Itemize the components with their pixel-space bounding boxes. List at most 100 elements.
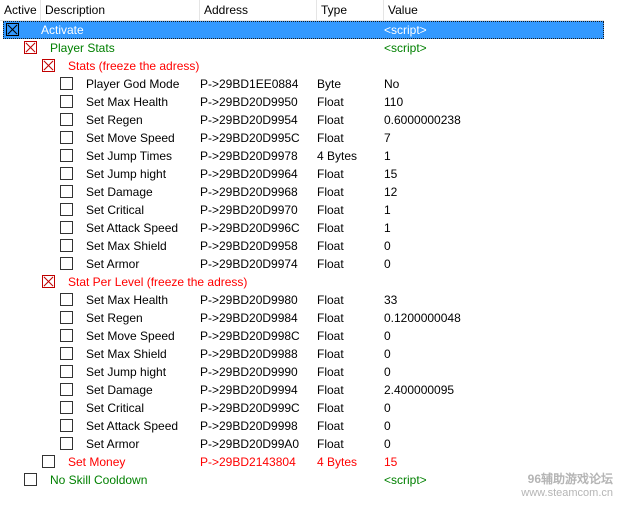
type-cell[interactable]: Byte: [317, 75, 341, 93]
value-cell[interactable]: <script>: [384, 471, 427, 489]
active-checkbox[interactable]: [60, 149, 73, 162]
value-cell[interactable]: 15: [384, 165, 397, 183]
description-cell[interactable]: Set Max Shield: [86, 345, 167, 363]
address-cell[interactable]: P->29BD20D9980: [200, 291, 298, 309]
type-cell[interactable]: Float: [317, 399, 344, 417]
description-cell[interactable]: Set Max Shield: [86, 237, 167, 255]
active-checkbox[interactable]: [60, 401, 73, 414]
vertical-scrollbar[interactable]: [604, 20, 621, 508]
column-active[interactable]: Active: [0, 0, 41, 20]
table-row[interactable]: Set Max Health P->29BD20D9950 Float 110: [0, 93, 621, 111]
table-row[interactable]: Set Move Speed P->29BD20D995C Float 7: [0, 129, 621, 147]
description-cell[interactable]: Set Jump Times: [86, 147, 172, 165]
table-row[interactable]: Set Money P->29BD2143804 4 Bytes 15: [0, 453, 621, 471]
description-cell[interactable]: Set Move Speed: [86, 327, 175, 345]
type-cell[interactable]: Float: [317, 417, 344, 435]
table-row[interactable]: Set Jump hight P->29BD20D9990 Float 0: [0, 363, 621, 381]
active-checkbox[interactable]: [60, 329, 73, 342]
active-checkbox[interactable]: [42, 59, 55, 72]
address-cell[interactable]: P->29BD20D99A0: [200, 435, 299, 453]
active-checkbox[interactable]: [60, 221, 73, 234]
value-cell[interactable]: 0.1200000048: [384, 309, 461, 327]
description-cell[interactable]: No Skill Cooldown: [50, 471, 147, 489]
active-checkbox[interactable]: [24, 473, 37, 486]
value-cell[interactable]: 7: [384, 129, 391, 147]
table-row[interactable]: Set Max Shield P->29BD20D9988 Float 0: [0, 345, 621, 363]
description-cell[interactable]: Set Max Health: [86, 93, 168, 111]
address-cell[interactable]: P->29BD20D996C: [200, 219, 300, 237]
value-cell[interactable]: 2.400000095: [384, 381, 454, 399]
address-cell[interactable]: P->29BD20D9984: [200, 309, 298, 327]
type-cell[interactable]: Float: [317, 219, 344, 237]
address-cell[interactable]: P->29BD20D995C: [200, 129, 300, 147]
table-row[interactable]: Set Move Speed P->29BD20D998C Float 0: [0, 327, 621, 345]
table-row[interactable]: Set Jump Times P->29BD20D9978 4 Bytes 1: [0, 147, 621, 165]
description-cell[interactable]: Set Damage: [86, 183, 153, 201]
table-row[interactable]: Set Attack Speed P->29BD20D996C Float 1: [0, 219, 621, 237]
type-cell[interactable]: Float: [317, 327, 344, 345]
table-row[interactable]: Set Attack Speed P->29BD20D9998 Float 0: [0, 417, 621, 435]
active-checkbox[interactable]: [60, 131, 73, 144]
description-cell[interactable]: Set Attack Speed: [86, 417, 178, 435]
value-cell[interactable]: <script>: [384, 21, 427, 39]
description-cell[interactable]: Set Jump hight: [86, 363, 166, 381]
table-row[interactable]: Set Armor P->29BD20D99A0 Float 0: [0, 435, 621, 453]
value-cell[interactable]: 15: [384, 453, 397, 471]
table-row[interactable]: Player Stats <script>: [0, 39, 621, 57]
table-row[interactable]: Set Damage P->29BD20D9994 Float 2.400000095: [0, 381, 621, 399]
value-cell[interactable]: 0: [384, 417, 391, 435]
active-checkbox[interactable]: [60, 437, 73, 450]
value-cell[interactable]: No: [384, 75, 399, 93]
description-cell[interactable]: Set Critical: [86, 201, 144, 219]
value-cell[interactable]: 0: [384, 345, 391, 363]
description-cell[interactable]: Set Armor: [86, 255, 139, 273]
address-cell[interactable]: P->29BD1EE0884: [200, 75, 298, 93]
table-row[interactable]: Set Damage P->29BD20D9968 Float 12: [0, 183, 621, 201]
description-cell[interactable]: Set Move Speed: [86, 129, 175, 147]
value-cell[interactable]: 0: [384, 327, 391, 345]
address-cell[interactable]: P->29BD20D999C: [200, 399, 300, 417]
address-cell[interactable]: P->29BD20D9970: [200, 201, 298, 219]
description-cell[interactable]: Set Regen: [86, 111, 143, 129]
table-row[interactable]: Set Regen P->29BD20D9984 Float 0.1200000048: [0, 309, 621, 327]
table-row[interactable]: Set Regen P->29BD20D9954 Float 0.6000000238: [0, 111, 621, 129]
description-cell[interactable]: Set Max Health: [86, 291, 168, 309]
value-cell[interactable]: <script>: [384, 39, 427, 57]
description-cell[interactable]: Set Money: [68, 453, 125, 471]
address-cell[interactable]: P->29BD20D9988: [200, 345, 298, 363]
address-cell[interactable]: P->29BD20D9994: [200, 381, 298, 399]
type-cell[interactable]: Float: [317, 363, 344, 381]
type-cell[interactable]: 4 Bytes: [317, 453, 357, 471]
type-cell[interactable]: Float: [317, 93, 344, 111]
address-cell[interactable]: P->29BD20D9990: [200, 363, 298, 381]
table-row[interactable]: Stat Per Level (freeze the adress): [0, 273, 621, 291]
active-checkbox[interactable]: [60, 365, 73, 378]
active-checkbox[interactable]: [60, 185, 73, 198]
description-cell[interactable]: Player God Mode: [86, 75, 179, 93]
address-cell[interactable]: P->29BD20D9958: [200, 237, 298, 255]
address-cell[interactable]: P->29BD20D9968: [200, 183, 298, 201]
value-cell[interactable]: 12: [384, 183, 397, 201]
type-cell[interactable]: Float: [317, 237, 344, 255]
value-cell[interactable]: 0: [384, 237, 391, 255]
description-cell[interactable]: Stats (freeze the adress): [68, 57, 199, 75]
description-cell[interactable]: Set Armor: [86, 435, 139, 453]
description-cell[interactable]: Set Damage: [86, 381, 153, 399]
address-cell[interactable]: P->29BD20D9950: [200, 93, 298, 111]
address-cell[interactable]: P->29BD20D9978: [200, 147, 298, 165]
description-cell[interactable]: Activate: [41, 21, 84, 39]
active-checkbox[interactable]: [60, 419, 73, 432]
address-cell[interactable]: P->29BD20D9964: [200, 165, 298, 183]
type-cell[interactable]: Float: [317, 381, 344, 399]
address-cell[interactable]: P->29BD20D9998: [200, 417, 298, 435]
active-checkbox[interactable]: [60, 203, 73, 216]
table-row[interactable]: Set Jump hight P->29BD20D9964 Float 15: [0, 165, 621, 183]
type-cell[interactable]: Float: [317, 129, 344, 147]
description-cell[interactable]: Stat Per Level (freeze the adress): [68, 273, 247, 291]
value-cell[interactable]: 0: [384, 435, 391, 453]
table-row[interactable]: Set Armor P->29BD20D9974 Float 0: [0, 255, 621, 273]
description-cell[interactable]: Set Critical: [86, 399, 144, 417]
active-checkbox[interactable]: [60, 293, 73, 306]
active-checkbox[interactable]: [6, 23, 19, 36]
active-checkbox[interactable]: [60, 347, 73, 360]
